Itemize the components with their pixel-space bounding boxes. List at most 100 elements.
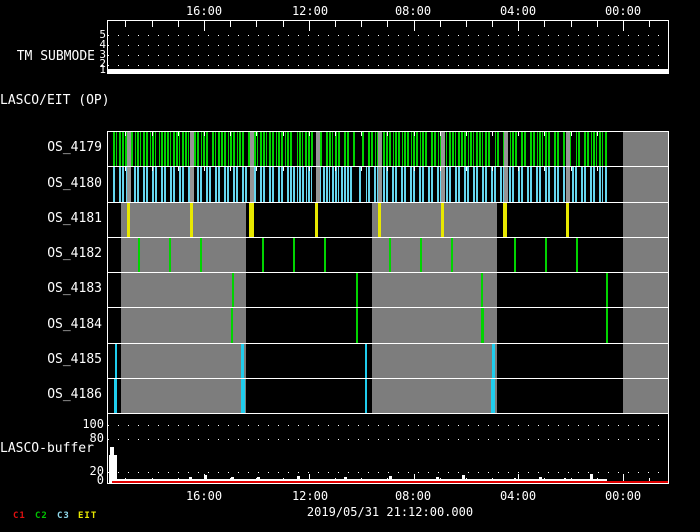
time-label-top: 08:00	[394, 4, 432, 18]
hour-tick	[256, 167, 257, 171]
event-line	[249, 203, 254, 237]
event-line	[389, 238, 391, 272]
chart-layer	[0, 0, 700, 532]
legend-item-c1: C1	[13, 511, 26, 521]
event-line	[492, 344, 495, 378]
bar-gap	[447, 132, 449, 166]
bar-gap	[490, 132, 495, 166]
hour-tick	[492, 167, 493, 171]
gray-block	[372, 308, 497, 343]
bar-gap	[117, 132, 119, 166]
bar-gap	[226, 132, 228, 166]
gray-marker	[127, 132, 131, 166]
bar-gap	[133, 132, 135, 166]
hour-tick	[283, 132, 284, 136]
hour-tick	[571, 167, 572, 171]
rows-border-right	[668, 131, 669, 413]
buffer-axis-bottom	[107, 483, 669, 484]
hour-tick	[387, 167, 388, 171]
gray-block	[623, 273, 668, 307]
bar-gap	[581, 132, 584, 166]
event-line	[241, 344, 244, 378]
bar-gap	[398, 167, 400, 202]
gray-marker	[504, 132, 508, 166]
gray-block	[372, 203, 497, 237]
bar-gap	[533, 167, 535, 202]
gray-block	[121, 273, 246, 307]
bar-gap	[208, 132, 211, 166]
bar-gap	[456, 132, 458, 166]
bar-gap	[235, 132, 237, 166]
time-label-top: 16:00	[185, 4, 223, 18]
hour-tick	[440, 167, 441, 171]
hour-tick	[414, 167, 415, 171]
axis-tick	[152, 21, 153, 27]
bar-gap	[194, 167, 196, 202]
event-line	[115, 344, 117, 378]
event-line	[200, 238, 202, 272]
dotted-gridline	[108, 439, 668, 440]
bar-gap	[221, 167, 223, 202]
axis-tick	[571, 21, 572, 27]
row-label-os4183: OS_4183	[47, 281, 102, 296]
event-line	[451, 238, 453, 272]
event-line	[293, 238, 295, 272]
axis-tick	[361, 21, 362, 27]
bar-gap	[497, 167, 500, 202]
bar-gap	[284, 167, 286, 202]
event-line	[378, 203, 381, 237]
bar-gap	[171, 132, 173, 166]
axis-tick	[649, 21, 650, 27]
gray-block	[372, 273, 497, 307]
bar-gap	[425, 167, 427, 202]
event-line	[491, 379, 495, 413]
bar-gap	[418, 132, 420, 166]
time-label-top: 00:00	[604, 4, 642, 18]
submode-axis-right	[668, 20, 669, 74]
bar-gap	[293, 132, 297, 166]
event-line	[127, 203, 130, 237]
dotted-gridline	[108, 65, 668, 66]
bar-gap	[551, 167, 553, 202]
y-tick-label: 80	[89, 431, 104, 445]
event-line	[503, 203, 507, 237]
event-line	[514, 238, 516, 272]
bar-gap	[321, 167, 323, 202]
bar-gap	[526, 132, 529, 166]
bar-gap	[257, 167, 259, 202]
gray-block	[623, 238, 668, 272]
event-line	[545, 238, 547, 272]
row-label-os4184: OS_4184	[47, 317, 102, 332]
bar-gap	[176, 167, 178, 202]
bar-gap	[267, 132, 269, 166]
bar-gap	[131, 167, 134, 202]
bar-gap	[515, 167, 518, 202]
bar-gap	[339, 167, 341, 202]
event-line	[365, 344, 367, 378]
axis-tick	[256, 21, 257, 27]
hour-tick	[518, 167, 519, 171]
bar-gap	[560, 132, 562, 166]
event-line	[566, 203, 569, 237]
submode-value-bar	[108, 69, 668, 74]
y-tick-label: 1	[99, 63, 106, 76]
bar-gap	[466, 132, 468, 166]
gray-marker	[316, 167, 320, 202]
axis-tick	[466, 21, 467, 27]
bar-gap	[149, 167, 151, 202]
gray-marker	[378, 132, 382, 166]
bar-gap	[295, 167, 297, 202]
bar-gap	[352, 167, 358, 202]
bar-gap	[589, 132, 591, 166]
event-line	[114, 379, 117, 413]
gray-marker	[566, 167, 570, 202]
event-line	[190, 203, 193, 237]
axis-tick	[309, 21, 310, 31]
event-line	[441, 203, 444, 237]
date-label: 2019/05/31 21:12:00.000	[306, 505, 474, 519]
gray-marker	[441, 167, 445, 202]
row-label-os4182: OS_4182	[47, 246, 102, 261]
axis-tick	[178, 21, 179, 27]
gray-marker	[190, 167, 194, 202]
hour-tick	[571, 132, 572, 136]
